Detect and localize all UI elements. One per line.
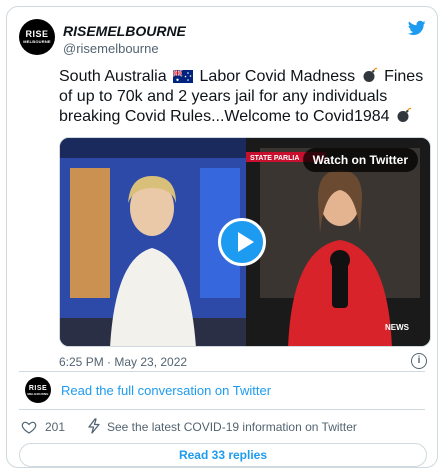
tweet-text-part2: Labor Covid Madness — [199, 68, 356, 85]
author-handle[interactable]: @risemelbourne — [63, 41, 159, 56]
like-count: 201 — [45, 420, 66, 434]
avatar-text-top: RISE — [28, 384, 48, 392]
lightning-icon — [88, 418, 100, 434]
bomb-icon — [397, 107, 412, 122]
video-thumbnail[interactable]: STATE PARLIA NEWS Watch on Twitter — [59, 137, 431, 347]
state-banner-text: STATE PARLIA — [250, 155, 299, 162]
avatar-text-bottom: MELBOURNE — [27, 391, 49, 396]
avatar-text-top: RISE — [25, 29, 49, 39]
tweet-text: South Australia Labor Covid Madness Fine… — [59, 67, 435, 127]
divider — [19, 409, 425, 410]
tweet-card: RISE MELBOURNE RISEMELBOURNE @risemelbou… — [6, 6, 438, 468]
read-conversation-link[interactable]: Read the full conversation on Twitter — [61, 383, 271, 398]
heart-icon[interactable] — [21, 419, 37, 435]
australia-flag-icon — [173, 70, 194, 83]
tweet-text-part1: South Australia — [59, 68, 167, 85]
bomb-icon — [363, 67, 377, 82]
read-replies-button[interactable]: Read 33 replies — [19, 443, 427, 467]
author-avatar[interactable]: RISE MELBOURNE — [19, 19, 55, 55]
author-name[interactable]: RISEMELBOURNE — [63, 23, 186, 39]
covid-info-link[interactable]: See the latest COVID-19 information on T… — [107, 420, 357, 434]
conversation-avatar[interactable]: RISE MELBOURNE — [25, 377, 51, 403]
divider — [19, 371, 425, 372]
twitter-bird-icon[interactable] — [407, 19, 427, 37]
timestamp[interactable]: 6:25 PM · May 23, 2022 — [59, 355, 187, 369]
news-badge: NEWS — [385, 323, 410, 332]
watch-on-twitter-button[interactable]: Watch on Twitter — [302, 148, 418, 172]
avatar-text-bottom: MELBOURNE — [23, 39, 51, 44]
info-icon[interactable]: i — [411, 353, 427, 369]
play-button[interactable] — [218, 218, 266, 266]
